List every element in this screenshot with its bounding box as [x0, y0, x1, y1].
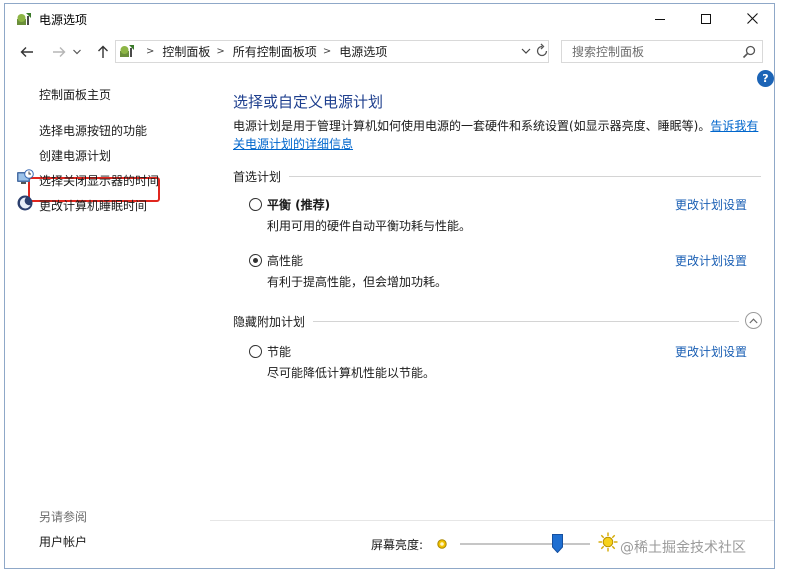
radio-high-performance[interactable]	[249, 254, 262, 267]
breadcrumb: > 控制面板 > 所有控制面板项 > 电源选项	[140, 41, 387, 62]
plan-name-power-saver[interactable]: 节能	[267, 343, 291, 360]
plan-balanced: 平衡 (推荐) 利用可用的硬件自动平衡功耗与性能。 更改计划设置	[249, 195, 749, 235]
close-icon	[746, 13, 758, 24]
power-options-window: 电源选项 > 控制面板 > 所有控制面板项 > 电源选项 搜索控制面板 控制面板…	[4, 3, 775, 569]
sidebar-item-power-button-function[interactable]: 选择电源按钮的功能	[39, 122, 147, 139]
radio-power-saver[interactable]	[249, 345, 262, 358]
brightness-slider-thumb[interactable]	[552, 534, 563, 553]
moon-sleep-icon	[17, 195, 33, 211]
window-title: 电源选项	[39, 13, 88, 27]
brightness-label: 屏幕亮度:	[371, 538, 424, 552]
chevron-up-icon	[749, 317, 758, 323]
brightness-low-icon	[437, 539, 447, 549]
plan-description-balanced: 利用可用的硬件自动平衡功耗与性能。	[267, 219, 472, 233]
arrow-left-icon	[20, 47, 33, 57]
collapse-button[interactable]	[745, 312, 762, 329]
page-description: 电源计划是用于管理计算机如何使用电源的一套硬件和系统设置(如显示器亮度、睡眠等)…	[233, 117, 761, 153]
power-options-app-icon	[17, 13, 31, 25]
breadcrumb-control-panel[interactable]: 控制面板	[162, 43, 210, 60]
search-input[interactable]	[562, 41, 742, 62]
plan-power-saver: 节能 尽可能降低计算机性能以节能。 更改计划设置	[249, 342, 749, 382]
refresh-icon[interactable]	[535, 43, 549, 59]
arrow-right-icon	[53, 47, 66, 57]
plan-description-power-saver: 尽可能降低计算机性能以节能。	[267, 366, 436, 380]
monitor-clock-icon	[17, 169, 34, 184]
brightness-high-icon	[598, 532, 618, 552]
search-icon[interactable]	[742, 45, 756, 59]
sidebar-item-user-accounts[interactable]: 用户帐户	[39, 533, 87, 550]
change-plan-settings-link-power-saver[interactable]: 更改计划设置	[675, 343, 747, 360]
sidebar-item-control-panel-home[interactable]: 控制面板主页	[39, 86, 111, 103]
breadcrumb-power-options[interactable]: 电源选项	[339, 43, 387, 60]
address-bar[interactable]: > 控制面板 > 所有控制面板项 > 电源选项	[115, 40, 549, 63]
preferred-plans-header: 首选计划	[233, 168, 761, 185]
maximize-icon	[701, 13, 711, 24]
search-box[interactable]	[561, 40, 763, 63]
title-bar: 电源选项	[5, 4, 774, 34]
page-title: 选择或自定义电源计划	[233, 93, 384, 111]
maximize-button[interactable]	[683, 4, 729, 33]
see-also-heading: 另请参阅	[39, 510, 88, 524]
breadcrumb-separator-icon: >	[322, 46, 332, 57]
plan-description-high-performance: 有利于提高性能，但会增加功耗。	[267, 275, 448, 289]
sidebar: 控制面板主页 选择电源按钮的功能 创建电源计划 选择关闭显示器的时间 更改计算机…	[5, 68, 210, 568]
section-title-preferred: 首选计划	[233, 168, 290, 185]
chevron-down-icon	[73, 49, 81, 55]
section-divider	[233, 176, 761, 177]
change-plan-settings-link-balanced[interactable]: 更改计划设置	[675, 196, 747, 213]
description-text: 电源计划是用于管理计算机如何使用电源的一套硬件和系统设置(如显示器亮度、睡眠等)…	[233, 119, 711, 133]
recent-locations-button[interactable]	[70, 42, 84, 62]
breadcrumb-separator-icon: >	[216, 46, 225, 57]
minimize-icon	[655, 18, 665, 20]
watermark: @稀土掘金技术社区	[620, 540, 746, 556]
plan-name-high-performance[interactable]: 高性能	[267, 252, 303, 269]
arrow-up-icon	[98, 45, 108, 58]
forward-button[interactable]	[49, 42, 69, 62]
brightness-slider-track[interactable]	[460, 543, 590, 545]
sidebar-item-sleep-time[interactable]: 更改计算机睡眠时间	[39, 197, 147, 214]
breadcrumb-separator-icon: >	[146, 46, 155, 57]
section-title-hidden: 隐藏附加计划	[233, 313, 314, 330]
up-button[interactable]	[93, 42, 113, 62]
change-plan-settings-link-high-performance[interactable]: 更改计划设置	[675, 252, 747, 269]
plan-name-balanced[interactable]: 平衡 (推荐)	[267, 196, 330, 213]
breadcrumb-all-items[interactable]: 所有控制面板项	[233, 43, 317, 60]
radio-balanced[interactable]	[249, 198, 262, 211]
address-dropdown-icon[interactable]	[520, 45, 532, 57]
sidebar-item-display-off-time[interactable]: 选择关闭显示器的时间	[39, 172, 159, 189]
address-row: > 控制面板 > 所有控制面板项 > 电源选项	[5, 37, 774, 67]
help-icon[interactable]: ?	[757, 70, 774, 87]
control-panel-icon	[120, 45, 134, 57]
hidden-plans-header: 隐藏附加计划	[233, 312, 762, 330]
close-button[interactable]	[729, 4, 774, 33]
sidebar-item-create-power-plan[interactable]: 创建电源计划	[39, 147, 111, 164]
minimize-button[interactable]	[637, 4, 683, 33]
plan-high-performance: 高性能 有利于提高性能，但会增加功耗。 更改计划设置	[249, 251, 749, 291]
back-button[interactable]	[17, 42, 37, 62]
